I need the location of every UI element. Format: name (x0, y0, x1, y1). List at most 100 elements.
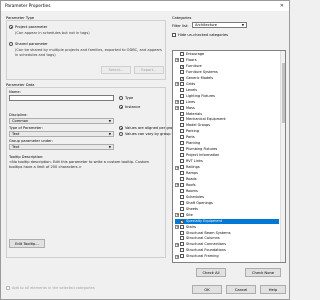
category-item[interactable]: + Lines (175, 99, 279, 106)
category-item[interactable]: Plumbing Fixtures (175, 147, 279, 153)
category-item[interactable]: + Structural Framing (175, 254, 279, 260)
checkbox-empty-icon[interactable] (180, 206, 184, 211)
checkbox-checked-icon[interactable]: ✓ (180, 64, 184, 69)
category-item[interactable]: ✓ Generic Models (175, 76, 279, 82)
export-button[interactable]: Export... (134, 66, 164, 74)
category-item[interactable]: Schedules (175, 194, 279, 201)
category-item[interactable]: + Mass (175, 105, 279, 112)
checkbox-empty-icon[interactable] (180, 176, 184, 181)
checkbox-checked-icon[interactable]: ✓ (180, 219, 184, 224)
expand-icon[interactable]: + (175, 165, 179, 170)
checkbox-empty-icon[interactable] (180, 111, 184, 116)
checkbox-empty-icon[interactable] (180, 236, 184, 241)
close-icon[interactable]: ✕ (280, 3, 284, 9)
instance-radio[interactable]: Instance (119, 105, 140, 109)
category-item[interactable]: Lighting Fixtures (175, 93, 279, 100)
group-parameter-select[interactable]: Text ▼ (9, 144, 114, 150)
category-item[interactable]: RVT Links (175, 159, 279, 165)
checkbox-empty-icon[interactable] (180, 182, 184, 187)
name-input[interactable] (9, 95, 114, 101)
checkbox-empty-icon[interactable] (180, 171, 184, 175)
checkbox-empty-icon[interactable] (180, 194, 184, 199)
category-item[interactable]: Entourage (175, 52, 279, 58)
filter-list-select[interactable]: Architecture ▼ (192, 22, 247, 28)
checkbox-empty-icon[interactable] (180, 105, 184, 110)
checkbox-empty-icon[interactable] (180, 153, 184, 158)
checkbox-empty-icon[interactable] (180, 81, 184, 86)
category-item[interactable]: Model Groups (175, 123, 279, 129)
type-of-parameter-select[interactable]: Text ▼ (9, 131, 114, 137)
checkbox-empty-icon[interactable] (180, 165, 184, 170)
category-item[interactable]: + Floors (175, 57, 279, 64)
category-item[interactable]: Roads (175, 176, 279, 183)
categories-list[interactable]: Entourage + Floors ✓ Furniture Furniture Syst… (172, 50, 286, 263)
category-item[interactable]: + Site (175, 212, 279, 219)
category-item[interactable]: Project Information (175, 153, 279, 159)
category-item[interactable]: + Stairs (175, 224, 279, 231)
help-button[interactable]: Help (260, 285, 286, 294)
checkbox-empty-icon[interactable] (180, 99, 184, 104)
checkbox-empty-icon[interactable] (180, 52, 184, 56)
project-parameter-radio[interactable]: Project parameter (9, 25, 47, 29)
hide-unchecked-checkbox[interactable]: Hide un-checked categories (172, 33, 228, 37)
category-item[interactable]: Mechanical Equipment (175, 117, 279, 123)
checkbox-empty-icon[interactable] (180, 188, 184, 193)
category-item[interactable]: Structural Beam Systems (175, 230, 279, 237)
category-item[interactable]: + Railings (175, 165, 279, 171)
check-none-button[interactable]: Check None (245, 268, 281, 277)
expand-icon[interactable]: + (175, 82, 179, 87)
expand-icon[interactable]: + (175, 225, 179, 230)
expand-icon[interactable]: + (175, 100, 179, 105)
ok-button[interactable]: OK (192, 285, 222, 294)
checkbox-empty-icon[interactable] (180, 69, 184, 74)
checkbox-empty-icon[interactable] (180, 129, 184, 134)
expand-icon[interactable]: + (175, 183, 179, 188)
category-item[interactable]: Sheets (175, 206, 279, 213)
checkbox-empty-icon[interactable] (180, 212, 184, 217)
category-item[interactable]: Structural Foundations (175, 248, 279, 254)
shared-parameter-radio[interactable]: Shared parameter (9, 42, 48, 46)
expand-icon[interactable]: + (175, 213, 179, 218)
checkbox-empty-icon[interactable] (180, 117, 184, 122)
expand-icon[interactable]: + (175, 106, 179, 111)
category-item[interactable]: ✓ Furniture (175, 64, 279, 70)
checkbox-empty-icon[interactable] (180, 93, 184, 98)
categories-scrollbar[interactable] (280, 51, 285, 262)
category-item[interactable]: Shaft Openings (175, 200, 279, 207)
checkbox-empty-icon[interactable] (180, 242, 184, 247)
checkbox-empty-icon[interactable] (180, 224, 184, 229)
checkbox-empty-icon[interactable] (180, 230, 184, 235)
category-item[interactable]: + Structural Connections (175, 242, 279, 248)
category-item[interactable]: Furniture Systems (175, 69, 279, 76)
cancel-button[interactable]: Cancel (226, 285, 256, 294)
add-to-all-checkbox[interactable]: Add to all elements in the selected cate… (6, 286, 95, 290)
category-item[interactable]: Ramps (175, 171, 279, 177)
expand-icon[interactable]: + (175, 58, 179, 63)
category-item[interactable]: Planting (175, 141, 279, 147)
category-item[interactable]: ✓ Specialty Equipment (175, 218, 279, 225)
category-item[interactable]: Rooms (175, 188, 279, 195)
checkbox-empty-icon[interactable] (180, 200, 184, 205)
checkbox-empty-icon[interactable] (180, 248, 184, 253)
category-item[interactable]: + Roofs (175, 182, 279, 189)
checkbox-empty-icon[interactable] (180, 87, 184, 92)
checkbox-empty-icon[interactable] (180, 135, 184, 140)
checkbox-empty-icon[interactable] (180, 147, 184, 152)
checkbox-checked-icon[interactable]: ✓ (180, 76, 184, 81)
checkbox-empty-icon[interactable] (180, 141, 184, 146)
type-radio[interactable]: Type (119, 96, 133, 100)
checkbox-empty-icon[interactable] (180, 254, 184, 259)
scrollbar-thumb[interactable] (282, 63, 285, 123)
category-item[interactable]: + Grids (175, 81, 279, 88)
check-all-button[interactable]: Check All (196, 268, 226, 277)
checkbox-empty-icon[interactable] (180, 123, 184, 128)
category-item[interactable]: Levels (175, 87, 279, 94)
discipline-select[interactable]: Common ▼ (9, 118, 114, 124)
select-button[interactable]: Select... (101, 66, 131, 74)
category-item[interactable]: Parking (175, 129, 279, 135)
edit-tooltip-button[interactable]: Edit Tooltip... (9, 239, 45, 248)
category-item[interactable]: Structural Columns (175, 236, 279, 242)
category-item[interactable]: Materials (175, 111, 279, 118)
expand-icon[interactable]: + (175, 242, 179, 247)
checkbox-empty-icon[interactable] (180, 57, 184, 62)
